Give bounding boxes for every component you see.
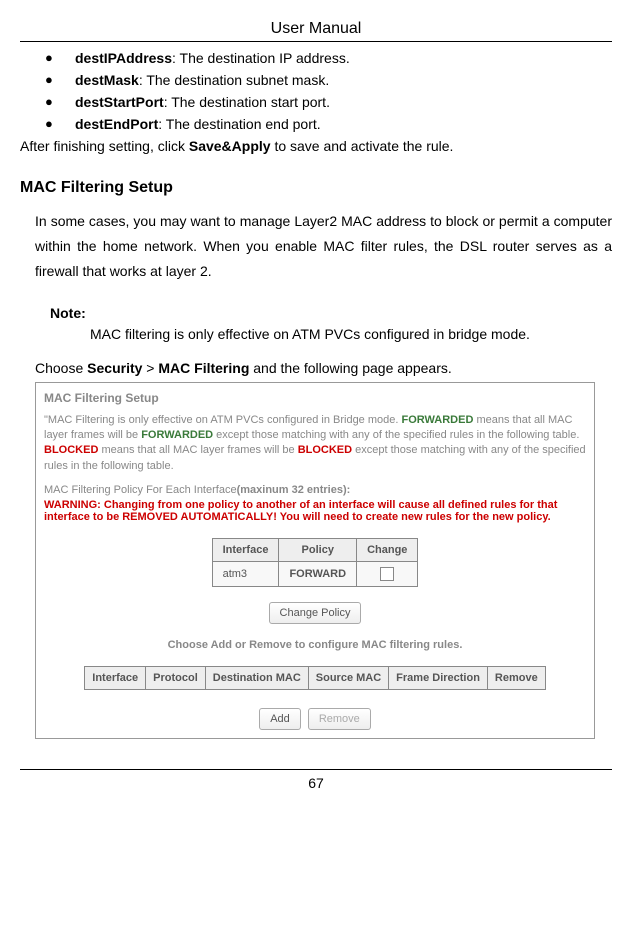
- term: destMask: [75, 72, 139, 88]
- term: destEndPort: [75, 116, 158, 132]
- warning-text: WARNING: Changing from one policy to ano…: [44, 499, 586, 523]
- col-change: Change: [357, 539, 418, 562]
- text: "MAC Filtering is only effective on ATM …: [44, 414, 401, 426]
- col-remove: Remove: [487, 667, 545, 690]
- header-rule: [20, 41, 612, 42]
- save-apply-label: Save&Apply: [189, 138, 271, 154]
- col-dest-mac: Destination MAC: [205, 667, 308, 690]
- change-policy-container: Change Policy: [44, 602, 586, 624]
- cell-interface: atm3: [212, 562, 279, 587]
- parameter-list: destIPAddress: The destination IP addres…: [20, 50, 612, 132]
- col-policy: Policy: [279, 539, 357, 562]
- list-item: destIPAddress: The destination IP addres…: [45, 50, 612, 66]
- term: destIPAddress: [75, 50, 172, 66]
- list-item: destMask: The destination subnet mask.: [45, 72, 612, 88]
- rules-table: Interface Protocol Destination MAC Sourc…: [84, 666, 545, 690]
- screenshot-title: MAC Filtering Setup: [44, 391, 586, 405]
- forwarded-label: FORWARDED: [141, 429, 213, 441]
- cell-policy: FORWARD: [279, 562, 357, 587]
- breadcrumb-mac-filtering: MAC Filtering: [158, 360, 249, 376]
- intro-paragraph: In some cases, you may want to manage La…: [35, 209, 612, 285]
- desc: : The destination start port.: [164, 94, 330, 110]
- desc: : The destination end port.: [158, 116, 320, 132]
- text: means that all MAC layer frames will be: [98, 444, 297, 456]
- col-protocol: Protocol: [146, 667, 206, 690]
- text: except those matching with any of the sp…: [213, 429, 579, 441]
- remove-button[interactable]: Remove: [308, 708, 371, 730]
- note-label: Note:: [50, 305, 612, 321]
- table-row: atm3 FORWARD: [212, 562, 418, 587]
- text: After finishing setting, click: [20, 138, 189, 154]
- note-block: Note: MAC filtering is only effective on…: [50, 305, 612, 342]
- change-checkbox[interactable]: [380, 567, 394, 581]
- blocked-label: BLOCKED: [44, 444, 98, 456]
- text: and the following page appears.: [249, 360, 451, 376]
- list-item: destEndPort: The destination end port.: [45, 116, 612, 132]
- blocked-label: BLOCKED: [298, 444, 352, 456]
- after-setting-text: After finishing setting, click Save&Appl…: [20, 138, 612, 154]
- explanation-text: "MAC Filtering is only effective on ATM …: [44, 413, 586, 475]
- policy-table: Interface Policy Change atm3 FORWARD: [212, 538, 419, 587]
- change-policy-button[interactable]: Change Policy: [269, 602, 362, 624]
- text: (maxinum 32 entries):: [237, 484, 351, 496]
- desc: : The destination IP address.: [172, 50, 350, 66]
- note-text: MAC filtering is only effective on ATM P…: [90, 326, 612, 342]
- navigation-instruction: Choose Security > MAC Filtering and the …: [35, 360, 612, 376]
- col-frame-direction: Frame Direction: [389, 667, 488, 690]
- add-remove-container: Add Remove: [44, 708, 586, 730]
- text: MAC Filtering Policy For Each Interface: [44, 484, 237, 496]
- col-source-mac: Source MAC: [308, 667, 388, 690]
- forwarded-label: FORWARDED: [401, 414, 473, 426]
- list-item: destStartPort: The destination start por…: [45, 94, 612, 110]
- text: >: [142, 360, 158, 376]
- term: destStartPort: [75, 94, 164, 110]
- policy-line: MAC Filtering Policy For Each Interface(…: [44, 484, 586, 496]
- col-interface: Interface: [85, 667, 146, 690]
- page-header-title: User Manual: [20, 20, 612, 38]
- add-button[interactable]: Add: [259, 708, 301, 730]
- text: Choose: [35, 360, 87, 376]
- cell-change: [357, 562, 418, 587]
- section-heading: MAC Filtering Setup: [20, 179, 612, 197]
- desc: : The destination subnet mask.: [139, 72, 329, 88]
- text: to save and activate the rule.: [271, 138, 454, 154]
- breadcrumb-security: Security: [87, 360, 142, 376]
- choose-add-remove-text: Choose Add or Remove to configure MAC fi…: [44, 639, 586, 651]
- col-interface: Interface: [212, 539, 279, 562]
- embedded-screenshot: MAC Filtering Setup "MAC Filtering is on…: [35, 382, 595, 740]
- page-number: 67: [20, 769, 612, 791]
